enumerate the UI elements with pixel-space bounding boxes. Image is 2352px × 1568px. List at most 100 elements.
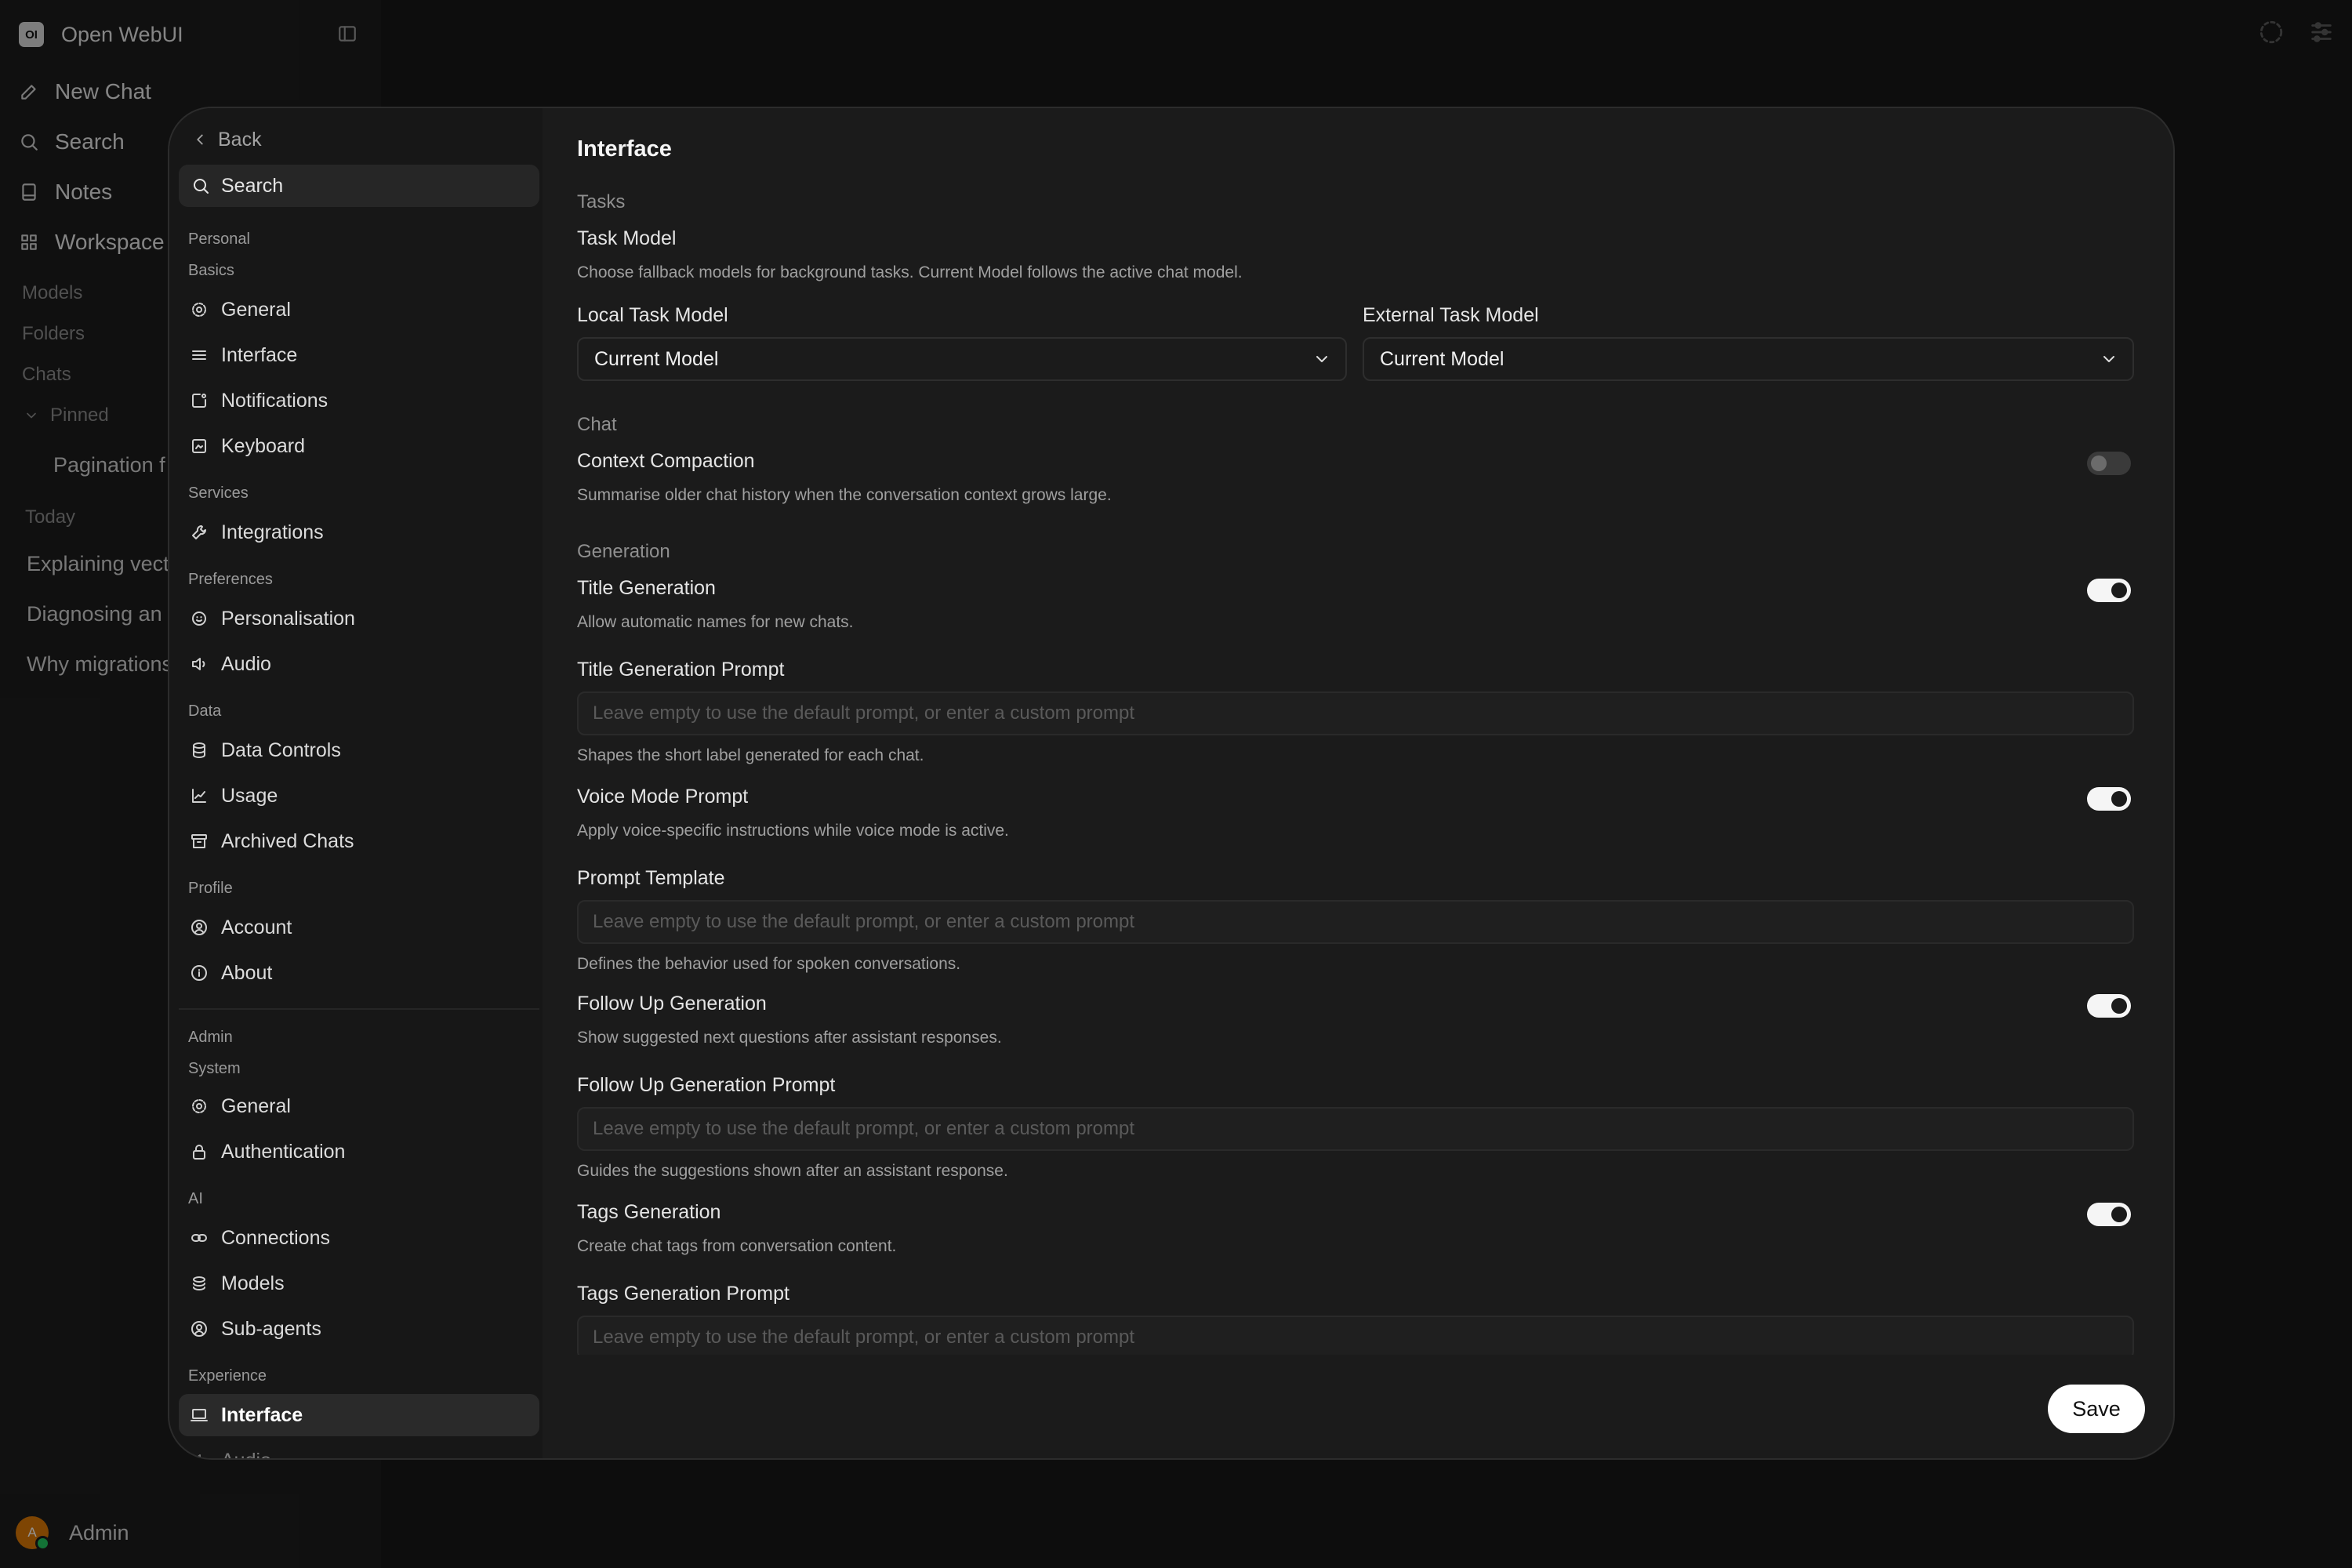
speaker-icon bbox=[190, 655, 221, 673]
nav-item-authentication[interactable]: Authentication bbox=[179, 1131, 539, 1173]
settings-search-input[interactable]: Search bbox=[179, 165, 539, 207]
section-generation: Generation bbox=[577, 541, 670, 562]
nav-item-label: Account bbox=[221, 916, 292, 938]
layers-icon bbox=[190, 1274, 221, 1293]
tags-prompt-input[interactable] bbox=[577, 1316, 2134, 1355]
nav-item-label: Connections bbox=[221, 1226, 330, 1249]
follow-up-prompt-desc: Guides the suggestions shown after an as… bbox=[577, 1162, 1008, 1180]
follow-up-desc: Show suggested next questions after assi… bbox=[577, 1029, 1002, 1047]
local-task-model-label: Local Task Model bbox=[577, 304, 728, 326]
nav-item-data-controls[interactable]: Data Controls bbox=[179, 729, 539, 771]
title-generation-toggle[interactable] bbox=[2087, 579, 2131, 602]
nav-item-label: Integrations bbox=[221, 521, 324, 543]
settings-content: Interface Tasks Task Model Choose fallba… bbox=[543, 108, 2173, 1355]
chevron-down-icon bbox=[1312, 350, 1331, 368]
chevron-down-icon bbox=[2100, 350, 2118, 368]
group-basics: Basics bbox=[188, 262, 234, 279]
nav-item-about[interactable]: About bbox=[179, 952, 539, 994]
external-task-model-select[interactable]: Current Model bbox=[1363, 337, 2134, 381]
user-circle-icon bbox=[190, 918, 221, 937]
tags-prompt-label: Tags Generation Prompt bbox=[577, 1283, 789, 1305]
nav-item-usage[interactable]: Usage bbox=[179, 775, 539, 817]
follow-up-toggle[interactable] bbox=[2087, 994, 2131, 1018]
nav-item-label: Personalisation bbox=[221, 607, 355, 630]
context-compaction-label: Context Compaction bbox=[577, 450, 755, 472]
group-system: System bbox=[188, 1060, 241, 1077]
info-icon bbox=[190, 964, 221, 982]
settings-search-label: Search bbox=[221, 174, 284, 197]
prompt-template-desc: Defines the behavior used for spoken con… bbox=[577, 955, 961, 973]
tags-generation-desc: Create chat tags from conversation conte… bbox=[577, 1237, 897, 1255]
nav-item-label: Keyboard bbox=[221, 434, 306, 457]
settings-modal: Back Search Personal Basics General Inte… bbox=[168, 107, 2175, 1460]
nav-item-exp-interface[interactable]: Interface bbox=[179, 1394, 539, 1436]
follow-up-prompt-input[interactable] bbox=[577, 1107, 2134, 1151]
back-button[interactable]: Back bbox=[191, 124, 262, 155]
nav-item-admin-general[interactable]: General bbox=[179, 1085, 539, 1127]
section-tasks: Tasks bbox=[577, 191, 626, 212]
nav-item-label: Usage bbox=[221, 784, 278, 807]
user-circle-icon bbox=[190, 1319, 221, 1338]
title-prompt-input[interactable] bbox=[577, 691, 2134, 735]
title-generation-label: Title Generation bbox=[577, 577, 716, 599]
nav-item-connections[interactable]: Connections bbox=[179, 1217, 539, 1259]
nav-item-audio[interactable]: Audio bbox=[179, 643, 539, 685]
nav-item-label: Audio bbox=[221, 1450, 271, 1459]
nav-item-label: Models bbox=[221, 1272, 285, 1294]
follow-up-prompt-label: Follow Up Generation Prompt bbox=[577, 1074, 836, 1096]
prompt-template-label: Prompt Template bbox=[577, 867, 725, 889]
lock-icon bbox=[190, 1142, 221, 1161]
nav-item-label: Archived Chats bbox=[221, 829, 354, 852]
nav-item-general[interactable]: General bbox=[179, 289, 539, 331]
nav-item-archived-chats[interactable]: Archived Chats bbox=[179, 820, 539, 862]
group-personal: Personal bbox=[188, 230, 250, 248]
speaker-icon bbox=[190, 1451, 221, 1458]
nav-item-label: Notifications bbox=[221, 389, 328, 412]
back-label: Back bbox=[218, 128, 262, 151]
group-data: Data bbox=[188, 702, 222, 720]
nav-item-personalisation[interactable]: Personalisation bbox=[179, 597, 539, 640]
task-model-desc: Choose fallback models for background ta… bbox=[577, 263, 1243, 281]
search-icon bbox=[179, 176, 221, 195]
nav-item-integrations[interactable]: Integrations bbox=[179, 511, 539, 554]
gear-icon bbox=[190, 1097, 221, 1116]
select-value: Current Model bbox=[594, 347, 719, 370]
nav-divider bbox=[179, 1008, 539, 1010]
wrench-icon bbox=[190, 523, 221, 542]
title-generation-desc: Allow automatic names for new chats. bbox=[577, 613, 854, 631]
nav-item-notifications[interactable]: Notifications bbox=[179, 379, 539, 422]
group-preferences: Preferences bbox=[188, 571, 273, 588]
nav-item-label: About bbox=[221, 961, 273, 984]
title-prompt-label: Title Generation Prompt bbox=[577, 659, 785, 681]
chart-line-icon bbox=[190, 786, 221, 805]
local-task-model-select[interactable]: Current Model bbox=[577, 337, 1347, 381]
context-compaction-desc: Summarise older chat history when the co… bbox=[577, 486, 1112, 504]
nav-item-models[interactable]: Models bbox=[179, 1262, 539, 1305]
prompt-template-input[interactable] bbox=[577, 900, 2134, 944]
save-button[interactable]: Save bbox=[2048, 1385, 2145, 1433]
nav-item-keyboard[interactable]: Keyboard bbox=[179, 425, 539, 467]
nav-item-label: Data Controls bbox=[221, 739, 341, 761]
nav-item-label: Sub-agents bbox=[221, 1317, 321, 1340]
voice-mode-toggle[interactable] bbox=[2087, 787, 2131, 811]
task-model-label: Task Model bbox=[577, 227, 677, 249]
group-profile: Profile bbox=[188, 880, 233, 897]
sliders-icon bbox=[190, 346, 221, 365]
nav-item-account[interactable]: Account bbox=[179, 906, 539, 949]
follow-up-label: Follow Up Generation bbox=[577, 993, 767, 1014]
laptop-icon bbox=[190, 1406, 221, 1425]
database-icon bbox=[190, 741, 221, 760]
nav-item-interface[interactable]: Interface bbox=[179, 334, 539, 376]
nav-item-exp-audio[interactable]: Audio bbox=[179, 1439, 539, 1458]
group-ai: AI bbox=[188, 1190, 203, 1207]
tags-generation-toggle[interactable] bbox=[2087, 1203, 2131, 1226]
context-compaction-toggle[interactable] bbox=[2087, 452, 2131, 475]
voice-mode-label: Voice Mode Prompt bbox=[577, 786, 749, 808]
settings-nav: Back Search Personal Basics General Inte… bbox=[169, 108, 543, 1458]
nav-item-sub-agents[interactable]: Sub-agents bbox=[179, 1308, 539, 1350]
gear-icon bbox=[190, 300, 221, 319]
nav-item-label: Authentication bbox=[221, 1140, 346, 1163]
title-prompt-desc: Shapes the short label generated for eac… bbox=[577, 746, 924, 764]
chevron-left-icon bbox=[191, 131, 218, 148]
keyboard-icon bbox=[190, 437, 221, 456]
